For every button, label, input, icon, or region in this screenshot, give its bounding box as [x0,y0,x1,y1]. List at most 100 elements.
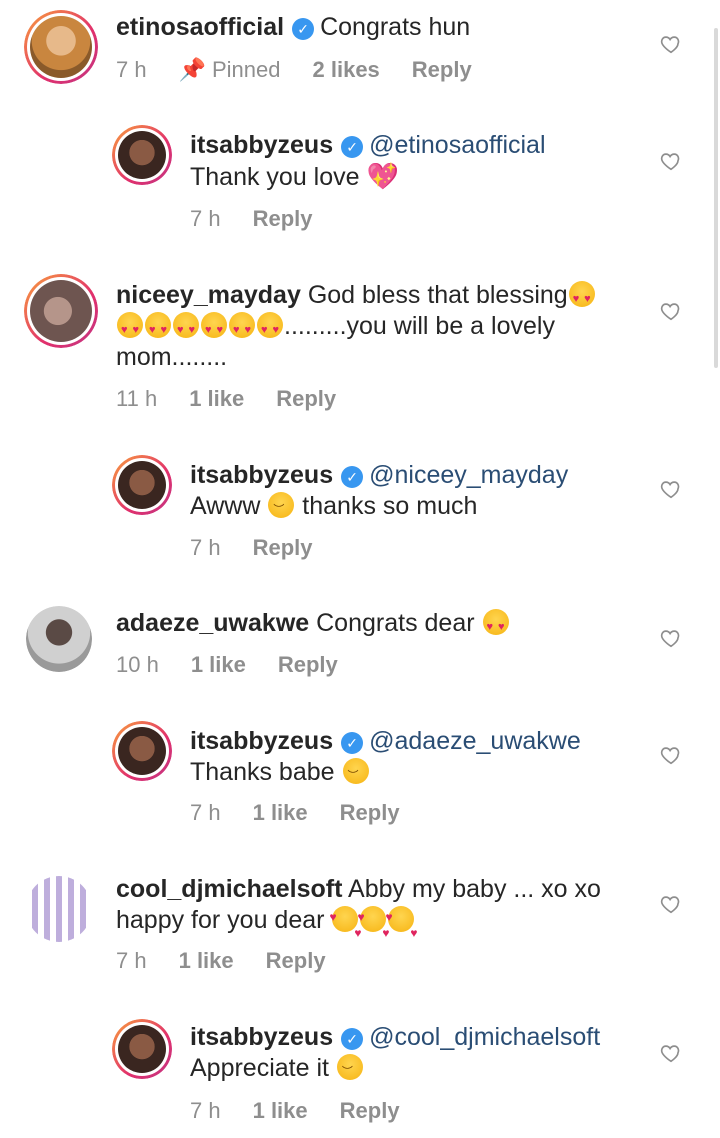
smiling-face-with-hearts-emoji [385,902,417,949]
username[interactable]: adaeze_uwakwe [116,609,309,637]
mention-link[interactable]: @etinosaofficial [369,131,545,159]
likes-count[interactable]: 1 like [253,800,308,825]
username[interactable]: itsabbyzeus [190,131,333,159]
comment-meta: 7 h 1 like Reply [190,800,432,826]
hugging-emoji [268,492,295,526]
likes-count[interactable]: 1 like [179,948,234,973]
comment-text-line1: Abby my baby ... xo xo [348,875,601,903]
likes-count[interactable]: 1 like [191,652,246,677]
heart-outline-icon[interactable] [660,1042,682,1064]
reply-button[interactable]: Reply [266,948,326,973]
likes-count[interactable]: 1 like [189,386,244,411]
reply-button[interactable]: Reply [253,206,313,231]
timestamp: 11 h [116,386,158,411]
verified-badge-icon: ✓ [341,136,364,158]
avatar[interactable] [26,876,92,942]
likes-count[interactable]: 2 likes [313,57,380,82]
comment-text: Thanks babe [190,758,335,786]
heart-outline-icon[interactable] [660,744,682,766]
heart-outline-icon[interactable] [660,478,682,500]
username[interactable]: niceey_mayday [116,281,301,309]
avatar[interactable] [112,721,172,781]
verified-badge-icon: ✓ [341,732,364,754]
comments-screen: etinosaofficial ✓ Congrats hun 7 h 📌 Pinned 2… [0,0,720,1138]
comment-text: Thank you love [190,163,360,191]
smiling-face-with-hearts-emoji [329,902,361,949]
pinned-label: 📌 Pinned [178,57,281,82]
avatar[interactable] [24,10,98,84]
heart-outline-icon[interactable] [660,893,682,915]
reply-button[interactable]: Reply [276,386,336,411]
comment-meta: 7 h 1 like Reply [190,1098,432,1124]
reply-button[interactable]: Reply [278,652,338,677]
comment-meta: 11 h 1 like Reply [116,386,368,412]
heart-eyes-emoji [145,312,171,346]
comment-text-line2: .........you will be a lovely [284,312,555,340]
comment-meta: 7 h 📌 Pinned 2 likes Reply [116,57,504,83]
heart-eyes-emoji [568,281,595,315]
hugging-emoji [342,758,369,792]
scrollbar[interactable] [714,28,718,368]
comment-body: adaeze_uwakwe Congrats dear [116,608,510,643]
smiling-face-with-hearts-emoji [357,902,389,949]
comment-text-line3: mom........ [116,343,228,371]
mention-link[interactable]: @niceey_mayday [369,461,568,489]
comment-body: niceey_mayday God bless that blessing ..… [116,280,596,373]
username[interactable]: itsabbyzeus [190,727,333,755]
heart-eyes-emoji [173,312,199,346]
comment-meta: 7 h Reply [190,206,345,232]
comment-meta: 10 h 1 like Reply [116,652,370,678]
comment-body: etinosaofficial ✓ Congrats hun [116,12,470,43]
reply-button[interactable]: Reply [253,535,313,560]
timestamp: 7 h [190,800,221,825]
pin-icon: 📌 [178,57,206,82]
avatar[interactable] [112,1019,172,1079]
heart-eyes-emoji [201,312,227,346]
reply-button[interactable]: Reply [412,57,472,82]
reply-button[interactable]: Reply [340,800,400,825]
heart-outline-icon[interactable] [660,300,682,322]
heart-eyes-emoji [482,609,509,643]
timestamp: 7 h [116,57,147,82]
heart-eyes-emoji [257,312,283,346]
timestamp: 7 h [190,206,221,231]
comment-text-line2: happy for you dear [116,906,325,934]
timestamp: 7 h [190,535,221,560]
username[interactable]: cool_djmichaelsoft [116,875,342,903]
comment-meta: 7 h 1 like Reply [116,948,358,974]
mention-link[interactable]: @cool_djmichaelsoft [369,1023,600,1051]
comment-text-b: thanks so much [302,492,478,520]
comment-body: itsabbyzeus ✓ @adaeze_uwakwe Thanks babe [190,726,581,792]
sparkling-heart-emoji: 💖 [366,161,399,191]
heart-outline-icon[interactable] [660,33,682,55]
heart-eyes-emoji [229,312,255,346]
comment-text-a: Awww [190,492,261,520]
comment-text: Appreciate it [190,1054,329,1082]
verified-badge-icon: ✓ [341,1028,364,1050]
timestamp: 7 h [116,948,147,973]
avatar[interactable] [26,606,92,672]
comment-text: Congrats hun [320,13,471,41]
avatar[interactable] [112,455,172,515]
comment-text-line1: God bless that blessing [307,281,568,309]
mention-link[interactable]: @adaeze_uwakwe [369,727,581,755]
username[interactable]: itsabbyzeus [190,461,333,489]
reply-button[interactable]: Reply [340,1098,400,1123]
heart-outline-icon[interactable] [660,627,682,649]
comment-text: Congrats dear [316,609,475,637]
username[interactable]: itsabbyzeus [190,1023,333,1051]
heart-outline-icon[interactable] [660,150,682,172]
verified-badge-icon: ✓ [341,466,364,488]
likes-count[interactable]: 1 like [253,1098,308,1123]
avatar[interactable] [112,125,172,185]
avatar[interactable] [24,274,98,348]
verified-badge-icon: ✓ [292,18,315,40]
comment-meta: 7 h Reply [190,535,345,561]
hugging-emoji [336,1054,363,1088]
comment-body: itsabbyzeus ✓ @cool_djmichaelsoft Apprecia… [190,1022,600,1088]
comment-body: cool_djmichaelsoft Abby my baby ... xo x… [116,874,601,949]
timestamp: 10 h [116,652,159,677]
comment-body: itsabbyzeus ✓@niceey_mayday Awww thanks s… [190,460,568,526]
timestamp: 7 h [190,1098,221,1123]
username[interactable]: etinosaofficial [116,13,284,41]
